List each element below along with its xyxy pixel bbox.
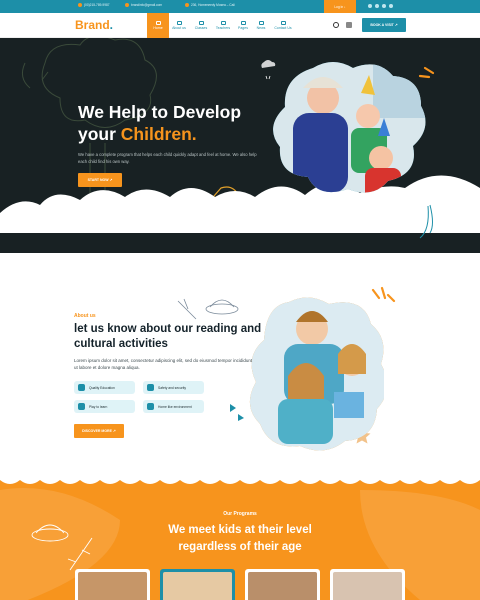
shield-icon	[147, 384, 154, 391]
hero-title: We Help to Develop your Children.	[78, 101, 298, 145]
news-icon	[258, 20, 264, 25]
programs-title: We meet kids at their level regardless of…	[0, 522, 480, 556]
program-card[interactable]	[75, 569, 150, 600]
programs-section: Our Programs We meet kids at their level…	[0, 480, 480, 600]
phone-icon	[78, 3, 82, 7]
feature-label: Home like environment	[158, 404, 192, 409]
start-now-button[interactable]: START NOW ↗	[78, 173, 122, 187]
instagram-icon[interactable]	[389, 4, 393, 8]
twitter-icon[interactable]	[375, 4, 379, 8]
nav-item-home[interactable]: Home	[147, 13, 169, 38]
teacher-icon	[220, 20, 226, 25]
book-icon	[78, 384, 85, 391]
programs-title-line1: We meet kids at their level	[168, 524, 312, 536]
location-icon	[185, 3, 189, 7]
feature-label: Safety and security	[158, 385, 187, 390]
program-card[interactable]	[160, 569, 235, 600]
book-visit-button[interactable]: BOOK A VISIT ↗	[362, 18, 406, 32]
nav-label: News	[256, 26, 266, 31]
youtube-icon[interactable]	[382, 4, 386, 8]
discover-more-button[interactable]: DISCOVER MORE ↗	[74, 424, 124, 438]
about-children-photo	[244, 294, 384, 452]
nav-label: Pages	[238, 26, 248, 31]
login-button[interactable]: Log in ↓	[324, 0, 356, 13]
hero-title-highlight: Children.	[120, 124, 197, 144]
home-icon	[147, 403, 154, 410]
feature-safety: Safety and security	[143, 381, 204, 394]
nav-label: Classes	[194, 26, 208, 31]
class-icon	[198, 20, 204, 25]
hero-description: We have a complete program that helps ea…	[78, 152, 257, 164]
contact-icon	[280, 20, 286, 25]
nav-item-about[interactable]: About us	[168, 15, 190, 36]
main-navigation: Brand. Home About us Classes Teachers Pa…	[0, 13, 480, 38]
feature-label: Quality Education	[89, 385, 115, 390]
hero-title-line2: your	[78, 124, 121, 144]
info-icon	[176, 20, 182, 25]
address-info: 236, Homeneedy Mosea – Cali	[185, 3, 235, 7]
feature-home-environment: Home like environment	[143, 400, 204, 413]
about-description: Lorem ipsum dolor sit amet, consectetur …	[74, 358, 253, 370]
nav-label: Home	[153, 26, 163, 31]
program-image	[78, 572, 147, 600]
cart-icon[interactable]	[346, 22, 352, 28]
phone-info[interactable]: (00)215-789-9987	[78, 3, 110, 7]
program-card[interactable]	[330, 569, 405, 600]
hero-section: We Help to Develop your Children. We have…	[0, 38, 480, 253]
brand-logo[interactable]: Brand.	[75, 18, 113, 32]
nav-label: Teachers	[215, 26, 231, 31]
feature-play: Play to learn	[74, 400, 135, 413]
program-image	[248, 572, 317, 600]
nav-label: Contact Us	[274, 26, 292, 31]
toy-icon	[78, 403, 85, 410]
facebook-icon[interactable]	[368, 4, 372, 8]
phone-text: (00)215-789-9987	[84, 3, 110, 7]
search-icon[interactable]	[333, 22, 339, 28]
brand-dot: .	[109, 18, 114, 32]
program-image	[163, 572, 232, 600]
about-label: About us	[74, 313, 96, 319]
program-card[interactable]	[245, 569, 320, 600]
feature-quality-education: Quality Education	[74, 381, 135, 394]
address-text: 236, Homeneedy Mosea – Cali	[191, 3, 235, 7]
programs-label: Our Programs	[223, 511, 257, 517]
email-icon	[125, 3, 129, 7]
nav-item-classes[interactable]: Classes	[190, 15, 212, 36]
nav-item-contact[interactable]: Contact Us	[272, 15, 294, 36]
feature-label: Play to learn	[89, 404, 108, 409]
about-title: let us know about our reading and cultur…	[74, 323, 262, 350]
hero-title-line1: We Help to Develop	[78, 102, 242, 122]
brand-name: Brand	[75, 18, 110, 32]
program-image	[333, 572, 402, 600]
nav-item-news[interactable]: News	[250, 15, 272, 36]
home-icon	[155, 20, 161, 25]
nav-label: About us	[172, 26, 186, 31]
email-text: brandinfo@gmail.com	[131, 3, 163, 7]
about-photo-frame	[249, 297, 384, 451]
pages-icon	[240, 20, 246, 25]
programs-title-line2: regardless of their age	[178, 541, 302, 553]
email-info[interactable]: brandinfo@gmail.com	[125, 3, 162, 7]
nav-item-teachers[interactable]: Teachers	[212, 15, 234, 36]
top-info-bar: (00)215-789-9987 brandinfo@gmail.com 236…	[0, 0, 480, 13]
